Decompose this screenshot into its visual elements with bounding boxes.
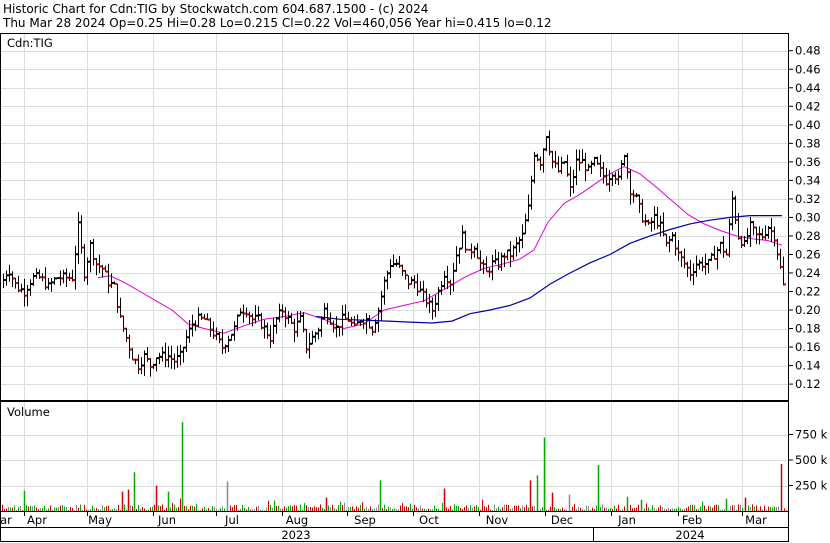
month-label: Oct <box>419 513 439 527</box>
month-label: Nov <box>486 513 509 527</box>
price-tick-label: 0.44 <box>795 81 821 95</box>
month-label: Apr <box>27 513 47 527</box>
ohlc-bar <box>57 277 60 280</box>
symbol-label: Cdn:TIG <box>7 36 53 50</box>
ohlc-bar <box>468 248 471 251</box>
month-label: Sep <box>354 513 376 527</box>
price-tick-label: 0.28 <box>795 229 821 243</box>
year-label: 2023 <box>281 528 310 542</box>
month-label: May <box>88 513 112 527</box>
month-label: Jan <box>617 513 636 527</box>
price-tick-label: 0.14 <box>795 359 821 373</box>
price-tick-label: 0.40 <box>795 118 821 132</box>
month-label: Mar <box>745 513 767 527</box>
year-label: 2024 <box>675 528 704 542</box>
month-label: Jun <box>157 513 176 527</box>
month-label: Jul <box>224 513 239 527</box>
price-tick-label: 0.38 <box>795 136 821 150</box>
price-tick-label: 0.18 <box>795 322 821 336</box>
price-tick-label: 0.12 <box>795 377 821 391</box>
month-label: Aug <box>286 513 308 527</box>
date-axis-frame <box>0 511 789 542</box>
price-tick-label: 0.36 <box>795 155 821 169</box>
price-axis: 0.48 0.46 0.44 0.42 0.40 0.38 0.36 0.34 0.32 0.30… <box>789 44 821 391</box>
volume-title: Volume <box>7 405 50 419</box>
month-label: Feb <box>682 513 702 527</box>
price-tick-label: 0.24 <box>795 266 821 280</box>
price-tick-label: 0.46 <box>795 62 821 76</box>
volume-tick-label: 500 k <box>795 453 828 467</box>
price-tick-label: 0.20 <box>795 303 821 317</box>
price-tick-label: 0.48 <box>795 44 821 58</box>
price-tick-label: 0.16 <box>795 340 821 354</box>
volume-panel-frame <box>0 401 789 512</box>
price-tick-label: 0.22 <box>795 285 821 299</box>
volume-axis: 750 k 500 k 250 k <box>789 428 828 493</box>
volume-tick-label: 750 k <box>795 428 828 442</box>
price-volume-chart: 0.48 0.46 0.44 0.42 0.40 0.38 0.36 0.34 0.32 0.30… <box>0 33 828 542</box>
price-tick-label: 0.32 <box>795 192 821 206</box>
price-tick-label: 0.30 <box>795 210 821 224</box>
month-label: Dec <box>551 513 573 527</box>
price-tick-label: 0.34 <box>795 173 821 187</box>
month-label: ar <box>0 513 12 527</box>
price-tick-label: 0.26 <box>795 247 821 261</box>
price-tick-label: 0.42 <box>795 99 821 113</box>
volume-tick-label: 250 k <box>795 479 828 493</box>
